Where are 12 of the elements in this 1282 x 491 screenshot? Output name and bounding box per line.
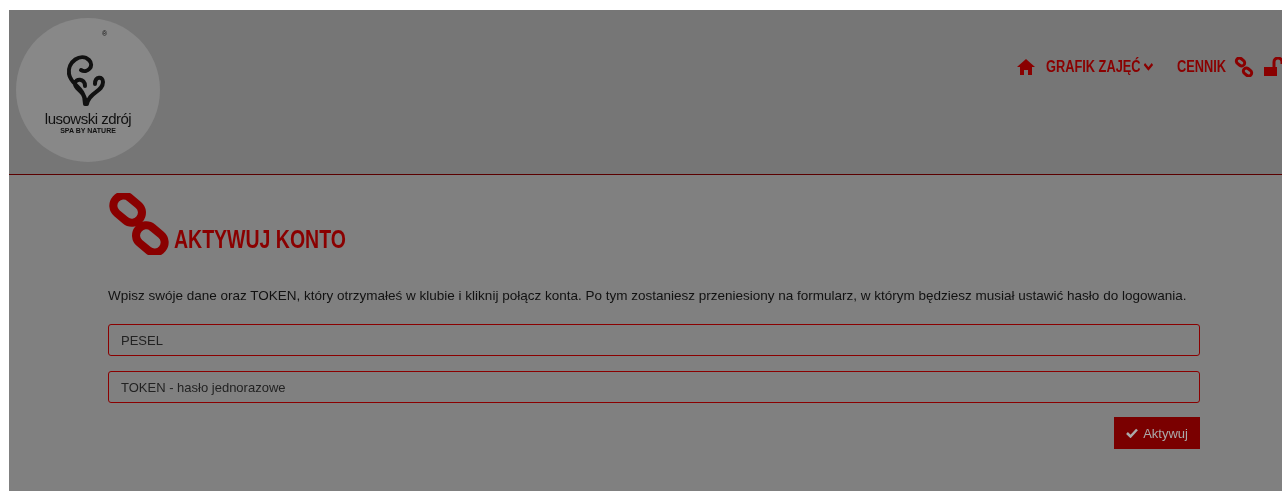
input-field[interactable]: TOKEN - hasło jednorazowe	[108, 371, 1200, 403]
chain-icon[interactable]	[1234, 57, 1254, 77]
logo-name: lusowski zdrój	[44, 110, 132, 127]
check-icon	[1126, 428, 1139, 438]
intro-text: Wpisz swóje dane oraz TOKEN, który otrzymałeś w klubie i kliknij połącz konta. Po tym zostaniesz przeniesiony na formularz, w którym będziesz musiał ustawić hasło do logowania.	[108, 287, 1188, 305]
home-icon[interactable]	[1016, 58, 1037, 76]
input-field[interactable]: PESEL	[108, 324, 1200, 356]
activate-button[interactable]: Aktywuj	[1114, 417, 1200, 449]
page-title: AKTYWUJ KONTO	[174, 224, 346, 255]
unlock-icon[interactable]	[1264, 57, 1282, 77]
chevron-icon	[1144, 63, 1154, 71]
chain-icon	[108, 193, 170, 255]
